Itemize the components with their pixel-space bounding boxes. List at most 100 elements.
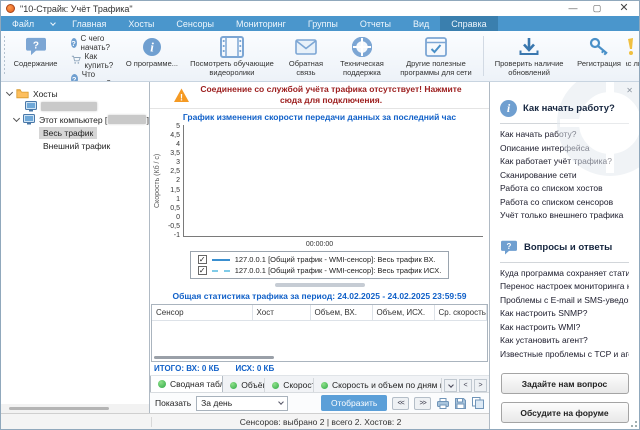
tab-label: Объём bbox=[241, 380, 265, 390]
help-link[interactable]: Работа со списком сенсоров bbox=[500, 197, 629, 211]
question-icon: ? bbox=[71, 74, 78, 82]
stats-header-row: Сенсор Хост Объем, ВХ. Объем, ИСХ. Ср. с… bbox=[152, 305, 487, 321]
column-header-volume-in[interactable]: Объем, ВХ. bbox=[310, 305, 372, 321]
getting-started-link[interactable]: ? С чего начать? bbox=[71, 34, 114, 52]
about-button[interactable]: i О программе... bbox=[120, 31, 184, 81]
checkbox-checked[interactable]: ✓ bbox=[198, 255, 207, 264]
contents-button[interactable]: ? Содержание bbox=[7, 31, 65, 81]
faq-link[interactable]: Перенос настроек мониторинга на др bbox=[500, 281, 629, 295]
legend-entry: ✓ 127.0.0.1 [Общий трафик - WMI-сенсор]:… bbox=[198, 254, 442, 265]
column-header-sensor[interactable]: Сенсор bbox=[152, 305, 252, 321]
help-link[interactable]: Учёт только внешнего трафика bbox=[500, 210, 629, 224]
other-programs-button[interactable]: Другие полезные программы для сети bbox=[392, 31, 480, 81]
license-label: Рас лиц bbox=[626, 59, 639, 68]
tree-node-label-suffix: ] bbox=[147, 115, 149, 125]
display-button[interactable]: Отобразить bbox=[321, 395, 387, 411]
tab-volume[interactable]: Объём bbox=[223, 378, 265, 392]
menu-monitoring[interactable]: Мониторинг bbox=[225, 16, 297, 31]
tab-scroll-right-button[interactable]: > bbox=[474, 379, 487, 392]
menu-sensors[interactable]: Сенсоры bbox=[165, 16, 225, 31]
menu-help[interactable]: Справка bbox=[440, 16, 497, 31]
faq-link[interactable]: Известные проблемы с TCP и агентом bbox=[500, 349, 629, 363]
check-updates-button[interactable]: Проверить наличие обновлений bbox=[486, 31, 572, 81]
help-section-title: Как начать работу? bbox=[523, 103, 615, 114]
window-controls: — ▢ ✕ bbox=[561, 1, 639, 16]
tree-node-label: Хосты bbox=[33, 89, 58, 99]
menu-view[interactable]: Вид bbox=[402, 16, 440, 31]
tree-horizontal-scrollbar[interactable] bbox=[1, 404, 149, 413]
faq-link[interactable]: Как установить агент? bbox=[500, 335, 629, 349]
menu-hosts[interactable]: Хосты bbox=[117, 16, 165, 31]
window-resize-grip[interactable] bbox=[631, 421, 637, 427]
tree-expanded-icon[interactable] bbox=[6, 89, 13, 96]
host-tree-panel: Хосты Этот компьютер [ bbox=[1, 82, 150, 413]
column-header-host[interactable]: Хост bbox=[252, 305, 310, 321]
connection-warning-banner[interactable]: ! Соединение со службой учёта трафика от… bbox=[150, 82, 489, 109]
chart-title: График изменения скорости передачи данны… bbox=[150, 109, 489, 123]
stats-horizontal-scrollbar[interactable] bbox=[152, 353, 487, 361]
scrollbar-thumb[interactable] bbox=[9, 407, 109, 410]
redacted-host-name bbox=[108, 115, 145, 124]
contents-label: Содержание bbox=[14, 59, 58, 68]
tree-node-external-traffic[interactable]: Внешний трафик bbox=[1, 139, 149, 152]
period-select[interactable]: За день bbox=[196, 396, 288, 411]
previous-period-button[interactable]: << bbox=[392, 397, 409, 410]
tab-speed[interactable]: Скорость bbox=[265, 378, 314, 392]
menu-reports[interactable]: Отчеты bbox=[349, 16, 402, 31]
license-button[interactable]: Рас лиц bbox=[626, 31, 639, 81]
tree-node-hosts[interactable]: Хосты bbox=[1, 87, 149, 100]
lifering-icon bbox=[352, 35, 372, 59]
how-to-buy-link[interactable]: Как купить? bbox=[71, 52, 114, 70]
column-header-volume-out[interactable]: Объем, ИСХ. bbox=[372, 305, 434, 321]
help-link[interactable]: Работа со списком хостов bbox=[500, 183, 629, 197]
total-outgoing: ИСХ: 0 КБ bbox=[235, 364, 274, 373]
splitter-handle[interactable] bbox=[275, 283, 365, 287]
registration-button[interactable]: Регистрация bbox=[572, 31, 626, 81]
support-button[interactable]: Техническая поддержка bbox=[332, 31, 392, 81]
legend-label: 127.0.0.1 [Общий трафик - WMI-сенсор]: В… bbox=[235, 266, 442, 275]
close-panel-icon[interactable]: ✕ bbox=[626, 86, 633, 95]
green-status-icon bbox=[272, 382, 279, 389]
period-controls: Показать За день Отобразить << >> bbox=[150, 392, 489, 413]
faq-link[interactable]: Проблемы с E-mail и SMS-уведомлен bbox=[500, 295, 629, 309]
videos-button[interactable]: Посмотреть обучающие видеоролики bbox=[184, 31, 280, 81]
tree-node-all-traffic[interactable]: Весь трафик bbox=[1, 126, 149, 139]
about-label: О программе... bbox=[126, 59, 178, 68]
scrollbar-thumb[interactable] bbox=[154, 356, 274, 359]
print-icon[interactable] bbox=[437, 398, 449, 409]
tree-node-this-computer[interactable]: Этот компьютер [ ] bbox=[1, 113, 149, 126]
next-period-button[interactable]: >> bbox=[414, 397, 431, 410]
column-header-avg-speed-in[interactable]: Ср. скорость, ВХ. bbox=[434, 305, 487, 321]
menu-file[interactable]: Файл bbox=[1, 16, 45, 31]
save-icon[interactable] bbox=[455, 398, 466, 409]
svg-text:!: ! bbox=[180, 92, 183, 102]
minimize-button[interactable]: — bbox=[561, 1, 585, 16]
feedback-button[interactable]: Обратная связь bbox=[280, 31, 332, 81]
forum-button[interactable]: Обсудите на форуме bbox=[501, 402, 629, 423]
tree-expanded-icon[interactable] bbox=[13, 115, 20, 122]
tab-overflow-controls: < > bbox=[442, 379, 489, 392]
maximize-button[interactable]: ▢ bbox=[585, 1, 609, 16]
svg-text:?: ? bbox=[507, 242, 512, 251]
status-bar: Сенсоров: выбрано 2 | всего 2. Хостов: 2 bbox=[1, 413, 489, 429]
ask-question-button[interactable]: Задайте нам вопрос bbox=[501, 373, 629, 394]
menu-groups[interactable]: Группы bbox=[297, 16, 349, 31]
chart-y-axis-label: Скорость (Кб / с) bbox=[152, 125, 163, 237]
copy-icon[interactable] bbox=[472, 397, 484, 409]
tab-scroll-left-button[interactable]: < bbox=[459, 379, 472, 392]
line-sample-solid bbox=[212, 259, 230, 261]
whats-new-link[interactable]: ? Что нового? bbox=[71, 70, 114, 82]
ribbon-toolbar: ? Содержание ? С чего начать? Как купить… bbox=[1, 31, 639, 82]
checkbox-checked[interactable]: ✓ bbox=[198, 266, 207, 275]
faq-link[interactable]: Куда программа сохраняет статистик bbox=[500, 268, 629, 282]
faq-link[interactable]: Как настроить WMI? bbox=[500, 322, 629, 336]
help-sidebar: ✕ i Как начать работу? Как начать работу… bbox=[489, 82, 639, 429]
menu-home[interactable]: Главная bbox=[61, 16, 117, 31]
faq-link[interactable]: Как настроить SNMP? bbox=[500, 308, 629, 322]
tab-list-dropdown-button[interactable] bbox=[444, 379, 457, 392]
tab-speed-volume-by-day[interactable]: Скорость и объем по дням и месяцам bbox=[314, 378, 442, 392]
close-button[interactable]: ✕ bbox=[609, 1, 639, 16]
tree-node-host1[interactable] bbox=[1, 100, 149, 113]
tab-summary-table[interactable]: Сводная таблица bbox=[150, 375, 223, 392]
chevron-down-icon[interactable] bbox=[45, 16, 61, 31]
